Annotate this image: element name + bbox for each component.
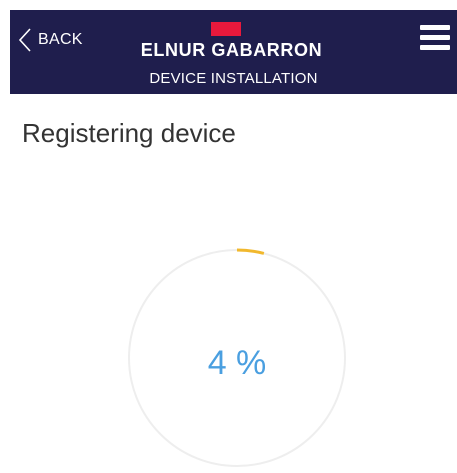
progress-indicator: 4 % xyxy=(126,241,348,473)
brand-name-text: ELNUR GABARRON xyxy=(140,40,323,60)
menu-line xyxy=(420,25,450,30)
page-title: Registering device xyxy=(22,118,236,148)
menu-line xyxy=(420,45,450,50)
menu-line xyxy=(420,35,450,40)
hamburger-menu-icon[interactable] xyxy=(420,24,450,52)
brand-name: ELNUR GABARRON xyxy=(10,40,457,61)
app-header: BACK ELNUR GABARRON DEVICE INSTALLATION xyxy=(10,10,457,94)
progress-arc xyxy=(236,248,265,255)
brand-logo-mark xyxy=(211,22,241,36)
progress-percent: 4 % xyxy=(207,344,267,382)
header-subtitle: DEVICE INSTALLATION xyxy=(149,70,318,87)
